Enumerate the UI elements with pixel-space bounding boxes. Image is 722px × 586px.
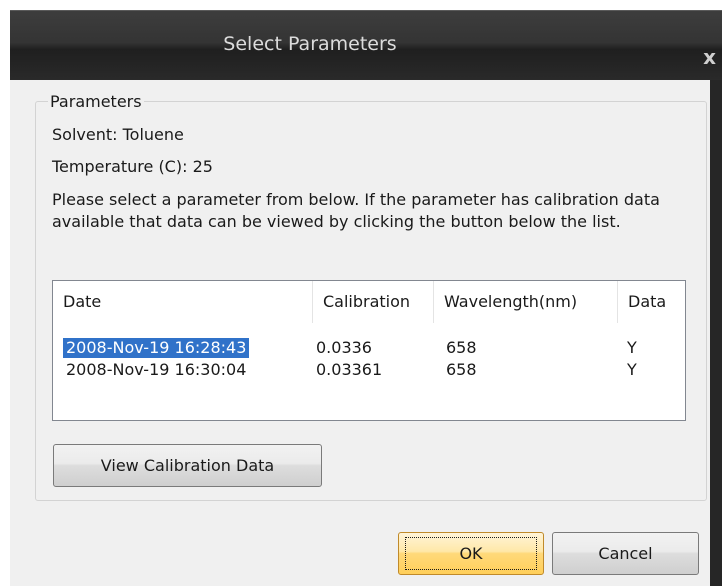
list-header: Date Calibration Wavelength(nm) Data xyxy=(53,281,685,323)
column-header-calibration[interactable]: Calibration xyxy=(313,281,434,323)
focus-indicator xyxy=(405,537,537,570)
parameter-list[interactable]: Date Calibration Wavelength(nm) Data 200… xyxy=(52,280,686,421)
column-header-data[interactable]: Data xyxy=(618,281,685,323)
cancel-button[interactable]: Cancel xyxy=(552,532,699,575)
temperature-label: Temperature (C): 25 xyxy=(52,157,213,176)
column-header-wavelength[interactable]: Wavelength(nm) xyxy=(434,281,618,323)
row-date-cell[interactable]: 2008-Nov-19 16:28:43 xyxy=(63,338,250,358)
close-icon[interactable]: x xyxy=(703,45,716,69)
row-wavelength-cell: 658 xyxy=(446,360,477,379)
row-calibration-cell: 0.0336 xyxy=(316,338,372,357)
title-bar[interactable]: Select Parameters x xyxy=(10,10,722,81)
parameters-group-label: Parameters xyxy=(48,92,144,111)
instructions-text: Please select a parameter from below. If… xyxy=(52,190,660,231)
window-title: Select Parameters xyxy=(223,33,397,55)
ok-button[interactable]: OK xyxy=(398,532,544,575)
row-date-cell[interactable]: 2008-Nov-19 16:30:04 xyxy=(66,360,246,380)
row-data-cell: Y xyxy=(627,360,637,379)
row-calibration-cell: 0.03361 xyxy=(316,360,383,379)
column-header-date[interactable]: Date xyxy=(53,281,313,323)
solvent-label: Solvent: Toluene xyxy=(52,125,184,144)
row-data-cell: Y xyxy=(627,338,637,357)
view-calibration-data-button[interactable]: View Calibration Data xyxy=(53,444,322,487)
row-wavelength-cell: 658 xyxy=(446,338,477,357)
